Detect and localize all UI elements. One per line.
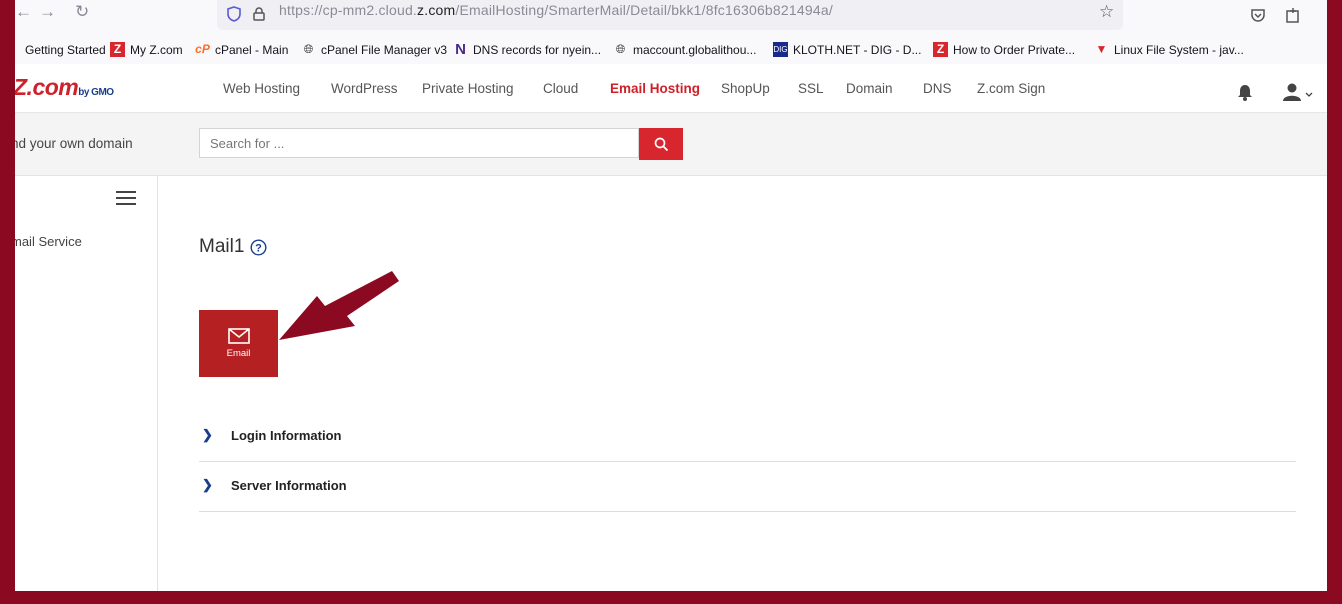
bookmark-my-zcom[interactable]: Z My Z.com [110, 42, 183, 57]
sidebar: mail Service [15, 176, 158, 591]
search-button[interactable] [639, 128, 683, 160]
chevron-right-icon: ❯ [202, 427, 213, 442]
email-tile-button[interactable]: Email [199, 310, 278, 377]
bookmark-kloth[interactable]: DIG KLOTH.NET - DIG - D... [773, 42, 921, 57]
globe-icon: 🌐︎ [303, 42, 314, 56]
help-icon[interactable]: ? [250, 238, 267, 256]
lock-icon [253, 7, 265, 21]
zcom-logo[interactable]: Z.comby GMO [15, 74, 114, 101]
zcom-icon: Z [110, 42, 125, 57]
hamburger-menu-icon[interactable] [116, 190, 136, 206]
nav-wordpress[interactable]: WordPress [331, 81, 398, 96]
cpanel-icon: cP [195, 42, 210, 56]
bookmark-maccount[interactable]: 🌐︎ maccount.globalithou... [613, 42, 757, 57]
chevron-right-icon: ❯ [202, 477, 213, 492]
search-input[interactable] [199, 128, 639, 158]
user-icon[interactable] [1283, 83, 1313, 101]
server-information-section[interactable]: ❯ Server Information [199, 463, 1296, 512]
firefox-icon: ● [15, 42, 20, 57]
nav-ssl[interactable]: SSL [798, 81, 824, 96]
login-information-section[interactable]: ❯ Login Information [199, 413, 1296, 462]
address-bar[interactable]: https://cp-mm2.cloud.z.com/EmailHosting/… [217, 0, 1123, 30]
site-header: Z.comby GMO Web Hosting WordPress Privat… [15, 64, 1327, 113]
back-icon[interactable]: ← [15, 2, 32, 22]
bookmark-cpanel-file-manager[interactable]: 🌐︎ cPanel File Manager v3 [301, 42, 447, 57]
shield-icon [227, 6, 241, 22]
nav-web-hosting[interactable]: Web Hosting [223, 81, 300, 96]
bookmark-cpanel-main[interactable]: cP cPanel - Main [195, 42, 288, 57]
nav-email-hosting[interactable]: Email Hosting [610, 81, 700, 96]
browser-toolbar: ← → ↻ https://cp-mm2.cloud.z.com/EmailHo… [15, 0, 1327, 36]
find-domain-text: nd your own domain [15, 136, 133, 151]
triangle-icon: ▼ [1095, 42, 1108, 56]
envelope-icon [227, 328, 250, 344]
forward-icon[interactable]: → [39, 2, 56, 22]
globe-icon: 🌐︎ [615, 42, 626, 56]
zcom-icon: Z [933, 42, 948, 57]
n-icon: N [455, 41, 466, 58]
nav-cloud[interactable]: Cloud [543, 81, 578, 96]
nav-zcom-sign[interactable]: Z.com Sign [977, 81, 1045, 96]
annotation-arrow [279, 271, 399, 340]
domain-search-bar: nd your own domain [15, 113, 1327, 176]
main-content: Mail1 ? Email ❯ Login Information ❯ Serv… [158, 176, 1327, 591]
sidebar-item-email-service[interactable]: mail Service [15, 234, 82, 249]
url-text: https://cp-mm2.cloud.z.com/EmailHosting/… [279, 2, 833, 18]
search-icon [654, 137, 668, 151]
bookmark-dns-records[interactable]: N DNS records for nyein... [453, 42, 601, 57]
reload-icon[interactable]: ↻ [75, 2, 89, 22]
page-title: Mail1 ? [199, 236, 267, 258]
browser-window: ← → ↻ https://cp-mm2.cloud.z.com/EmailHo… [15, 0, 1327, 591]
nav-dns[interactable]: DNS [923, 81, 952, 96]
bookmark-getting-started[interactable]: ●Getting Started [15, 42, 106, 57]
nav-shopup[interactable]: ShopUp [721, 81, 770, 96]
nav-private-hosting[interactable]: Private Hosting [422, 81, 514, 96]
svg-text:?: ? [256, 242, 263, 254]
bookmark-linux-file-system[interactable]: ▼ Linux File System - jav... [1094, 42, 1244, 57]
kloth-icon: DIG [773, 42, 788, 57]
bookmarks-bar: ●Getting Started ZMy Z.com cPcPanel - Ma… [15, 36, 1327, 65]
email-tile-label: Email [226, 348, 251, 359]
star-icon[interactable]: ☆ [1099, 2, 1114, 22]
nav-domain[interactable]: Domain [846, 81, 893, 96]
extension-icon[interactable] [1285, 7, 1301, 23]
pocket-icon[interactable] [1250, 7, 1266, 23]
bell-icon[interactable] [1237, 84, 1253, 101]
bookmark-how-to-order[interactable]: Z How to Order Private... [933, 42, 1075, 57]
